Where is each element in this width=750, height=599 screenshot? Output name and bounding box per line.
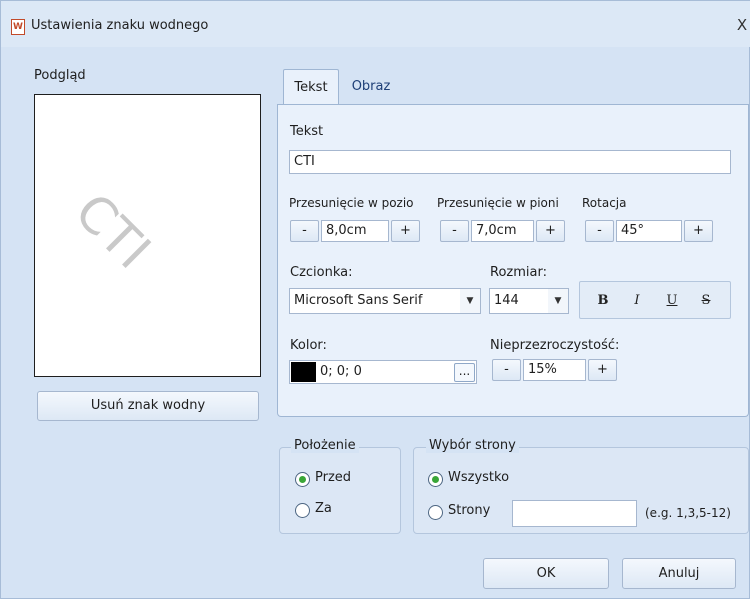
position-legend: Położenie	[291, 438, 359, 453]
watermark-text-input[interactable]: CTI	[289, 150, 731, 174]
opacity-increment-button[interactable]: +	[588, 359, 617, 381]
position-groupbox	[279, 447, 401, 534]
app-document-icon: W	[11, 19, 25, 35]
font-chevron-down-icon[interactable]: ▼	[460, 289, 480, 313]
font-select[interactable]: Microsoft Sans Serif	[289, 288, 481, 314]
tab-text[interactable]: Tekst	[283, 69, 339, 105]
position-behind-label[interactable]: Za	[315, 501, 332, 516]
watermark-preview: CTI	[34, 94, 261, 377]
title-bar: W Ustawienia znaku wodnego X	[1, 1, 750, 47]
remove-watermark-button[interactable]: Usuń znak wodny	[37, 391, 259, 421]
position-before-radio[interactable]	[295, 472, 310, 487]
close-icon[interactable]: X	[733, 15, 750, 35]
offset-vertical-input[interactable]: 7,0cm	[471, 220, 534, 242]
color-swatch	[291, 362, 316, 382]
window-title: Ustawienia znaku wodnego	[31, 18, 209, 33]
preview-label: Podgląd	[34, 68, 86, 83]
color-value: 0; 0; 0	[320, 364, 362, 379]
color-input[interactable]: 0; 0; 0	[289, 360, 477, 384]
page-range-hint: (e.g. 1,3,5-12)	[645, 506, 731, 520]
offset-vertical-label: Przesunięcie w pioni	[437, 196, 559, 210]
page-range-input[interactable]	[512, 500, 637, 527]
offset-horizontal-increment-button[interactable]: +	[391, 220, 420, 242]
color-label: Kolor:	[290, 338, 327, 353]
ok-button[interactable]: OK	[483, 558, 609, 589]
rotation-decrement-button[interactable]: -	[585, 220, 614, 242]
color-picker-button[interactable]: ...	[454, 363, 475, 382]
size-select-value: 144	[494, 293, 519, 308]
italic-button[interactable]: I	[624, 291, 650, 311]
rotation-increment-button[interactable]: +	[684, 220, 713, 242]
all-pages-radio[interactable]	[428, 472, 443, 487]
preview-watermark-text: CTI	[63, 182, 162, 280]
text-label: Tekst	[290, 124, 324, 139]
page-range-label[interactable]: Strony	[448, 503, 490, 518]
offset-horizontal-decrement-button[interactable]: -	[290, 220, 319, 242]
opacity-label: Nieprzezroczystość:	[490, 338, 620, 353]
opacity-decrement-button[interactable]: -	[492, 359, 521, 381]
bold-button[interactable]: B	[590, 291, 616, 311]
rotation-input[interactable]: 45°	[616, 220, 682, 242]
position-behind-radio[interactable]	[295, 503, 310, 518]
offset-vertical-increment-button[interactable]: +	[536, 220, 565, 242]
rotation-label: Rotacja	[582, 196, 627, 210]
font-label: Czcionka:	[290, 265, 353, 280]
cancel-button[interactable]: Anuluj	[622, 558, 736, 589]
font-style-toolbar: B I U S	[579, 281, 731, 319]
font-select-value: Microsoft Sans Serif	[294, 293, 423, 308]
tab-image[interactable]: Obraz	[342, 69, 400, 105]
strikethrough-button[interactable]: S	[693, 291, 719, 311]
all-pages-label[interactable]: Wszystko	[448, 470, 509, 485]
offset-vertical-decrement-button[interactable]: -	[440, 220, 469, 242]
underline-button[interactable]: U	[659, 291, 685, 311]
size-label: Rozmiar:	[490, 265, 547, 280]
size-chevron-down-icon[interactable]: ▼	[548, 289, 568, 313]
position-before-label[interactable]: Przed	[315, 470, 351, 485]
page-range-radio[interactable]	[428, 505, 443, 520]
page-selection-legend: Wybór strony	[426, 438, 519, 453]
opacity-input[interactable]: 15%	[523, 359, 586, 381]
offset-horizontal-label: Przesunięcie w pozio	[289, 196, 414, 210]
watermark-settings-dialog: W Ustawienia znaku wodnego X Podgląd CTI…	[0, 0, 750, 599]
offset-horizontal-input[interactable]: 8,0cm	[321, 220, 389, 242]
